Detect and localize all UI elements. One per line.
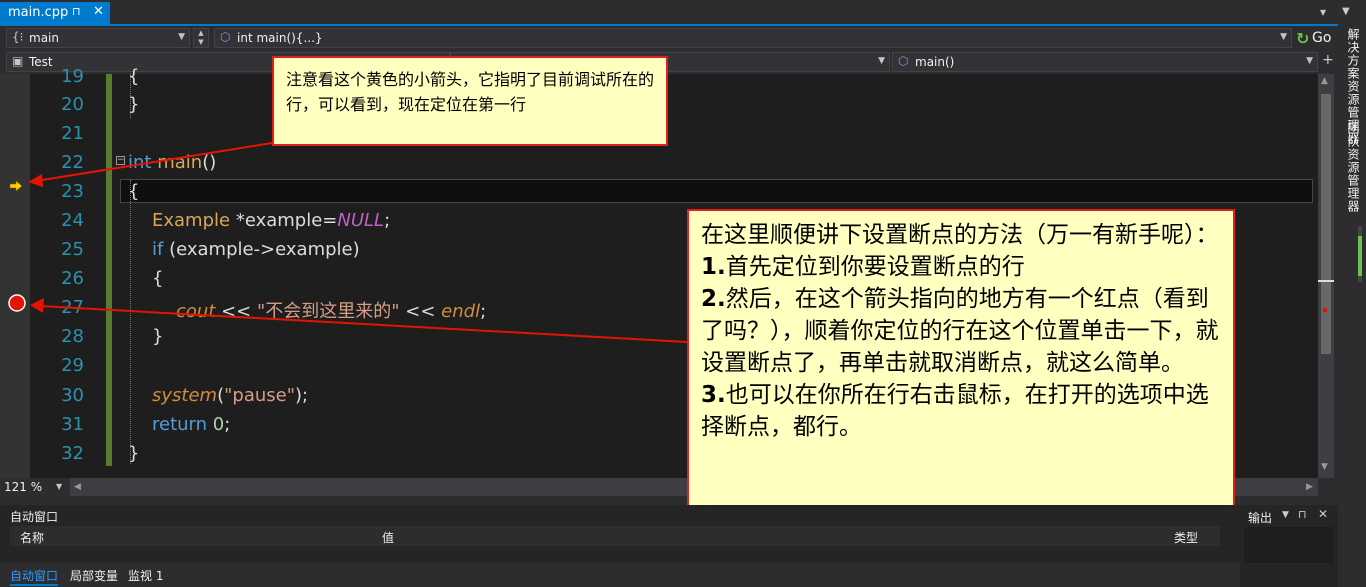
autos-column-header: 名称 值 类型 — [10, 526, 1220, 546]
output-content[interactable] — [1244, 527, 1334, 563]
tab-autos[interactable]: 自动窗口 — [10, 567, 59, 586]
column-name[interactable]: 名称 — [20, 529, 44, 546]
output-title: 输出 — [1248, 511, 1273, 525]
column-type[interactable]: 类型 — [1174, 529, 1198, 546]
tab-watch-1[interactable]: 监视 1 — [128, 567, 163, 584]
column-value[interactable]: 值 — [382, 529, 394, 546]
annotation-callout-breakpoint: 在这里顺便讲下设置断点的方法（万一有新手呢）： 1.首先定位到你要设置断点的行 … — [687, 209, 1235, 518]
close-icon[interactable]: ✕ — [1318, 507, 1328, 521]
tab-locals[interactable]: 局部变量 — [70, 567, 118, 584]
output-window: 输出 ▼ ⊓ ✕ — [1240, 505, 1338, 587]
autos-title: 自动窗口 — [10, 510, 59, 524]
chevron-down-icon[interactable]: ▼ — [1282, 510, 1289, 520]
annotation-callout-debug-arrow: 注意看这个黄色的小箭头，它指明了目前调试所在的行，可以看到，现在定位在第一行 — [272, 56, 668, 146]
pin-icon[interactable]: ⊓ — [1298, 508, 1307, 521]
bottom-tool-tabs: 自动窗口 局部变量 监视 1 — [0, 563, 1240, 587]
